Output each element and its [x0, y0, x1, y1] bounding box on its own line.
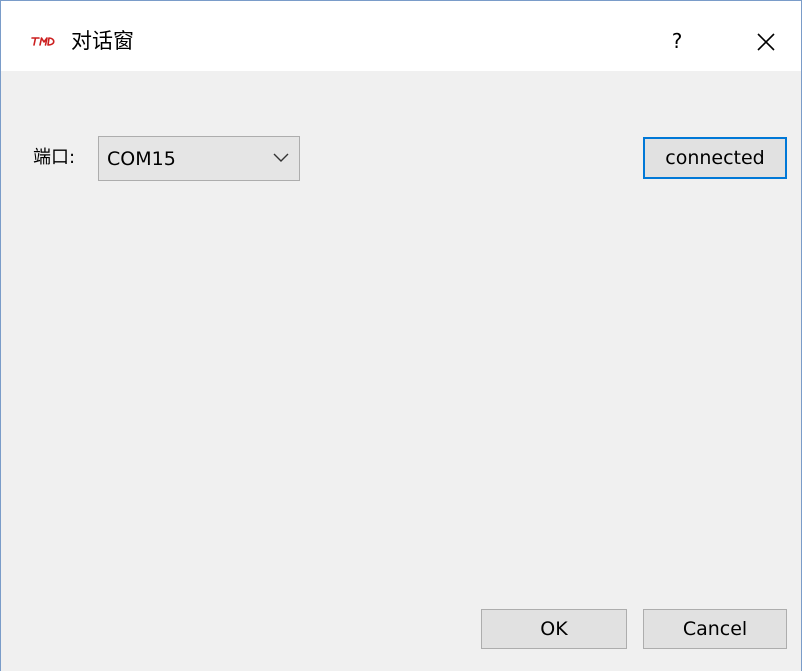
chevron-down-icon — [273, 153, 289, 162]
close-icon — [757, 33, 775, 51]
connect-button[interactable]: connected — [643, 137, 787, 179]
dialog-window: 对话窗 ? 端口: COM15 connected OK Cancel — [0, 0, 802, 671]
port-label: 端口: — [33, 147, 76, 168]
help-button[interactable]: ? — [655, 19, 699, 63]
title-bar: 对话窗 ? — [1, 1, 801, 71]
cancel-button[interactable]: Cancel — [643, 609, 787, 649]
tmd-logo-icon — [31, 37, 55, 46]
window-title: 对话窗 — [71, 29, 134, 53]
close-button[interactable] — [743, 19, 787, 63]
port-dropdown-value: COM15 — [107, 148, 176, 170]
ok-button[interactable]: OK — [481, 609, 627, 649]
port-dropdown[interactable]: COM15 — [98, 136, 300, 181]
